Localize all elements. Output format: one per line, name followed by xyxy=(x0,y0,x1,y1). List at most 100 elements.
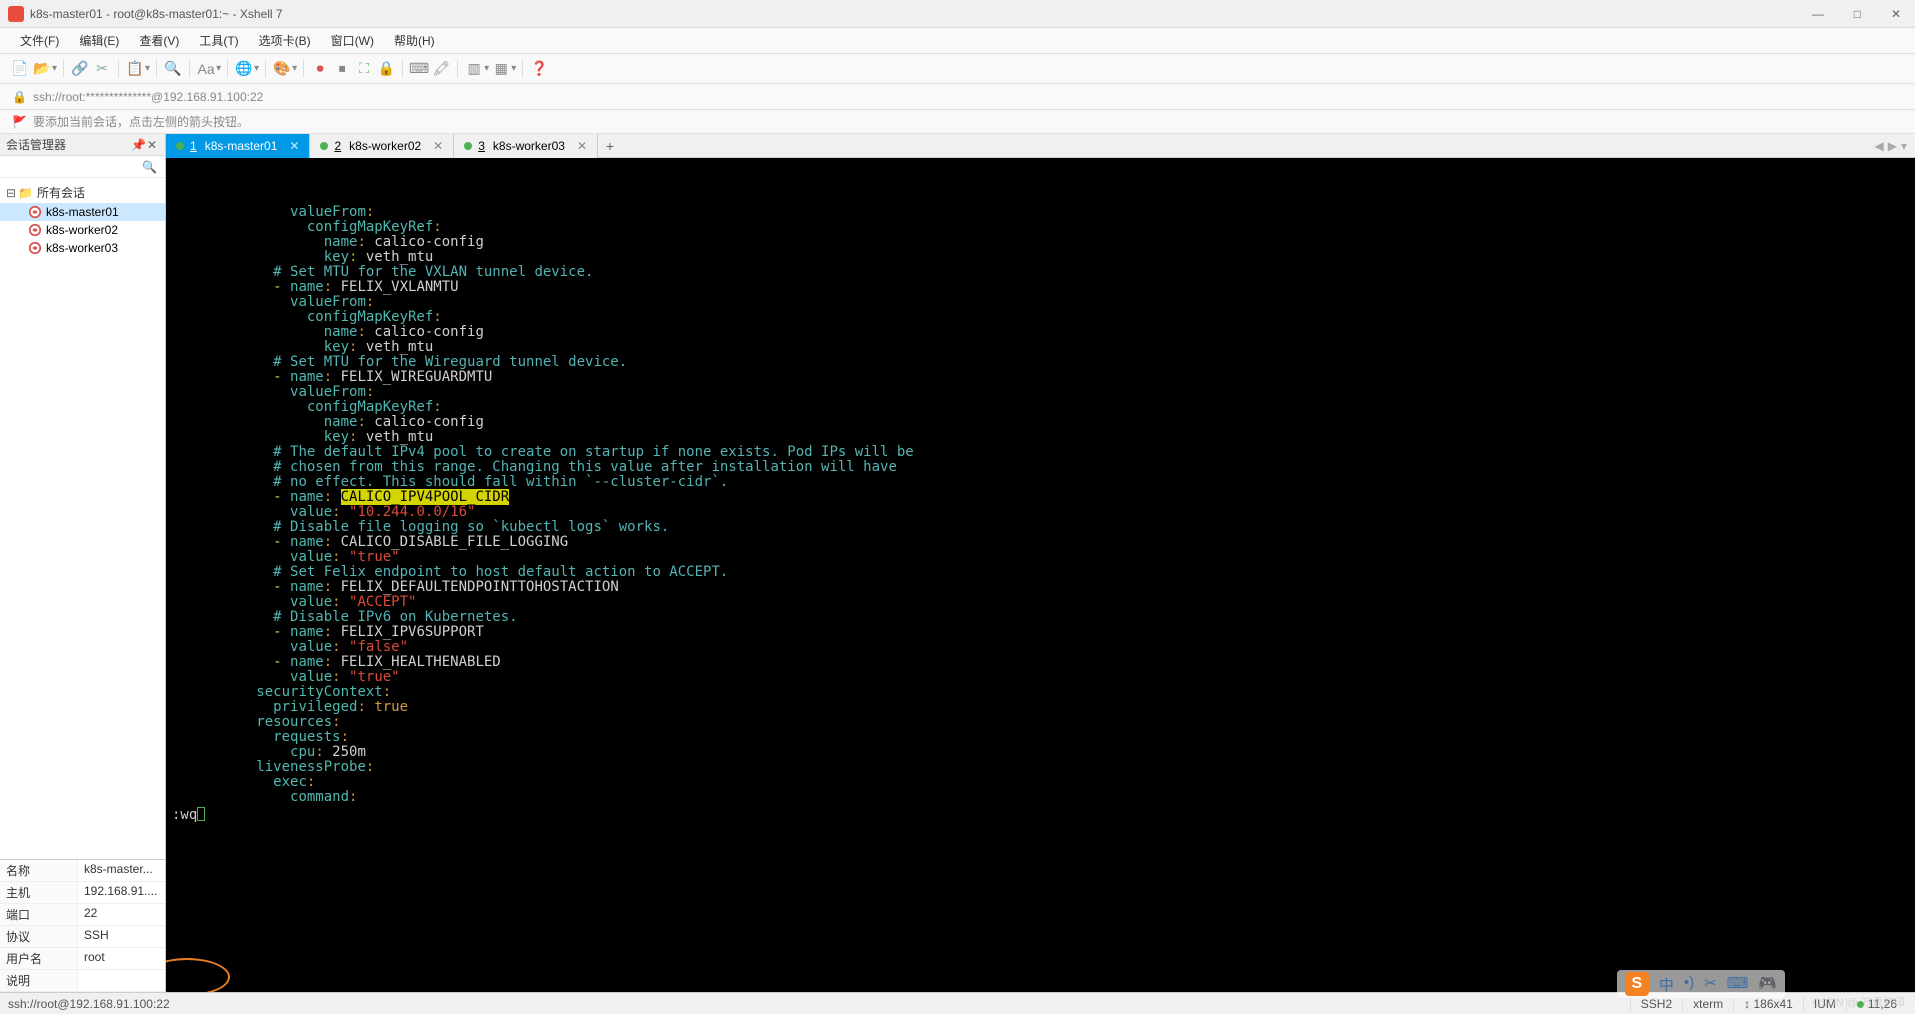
layout-h-icon[interactable]: ▥ xyxy=(464,59,484,79)
search-icon[interactable]: 🔍 xyxy=(163,59,183,79)
terminal-line: value: "false" xyxy=(172,640,1909,655)
session-item[interactable]: k8s-worker02 xyxy=(0,221,165,239)
prop-value: SSH xyxy=(78,926,165,947)
sogou-icon[interactable]: S xyxy=(1625,972,1649,996)
tree-root[interactable]: ⊟ 📁 所有会话 xyxy=(0,182,165,203)
terminal-line: name: calico-config xyxy=(172,325,1909,340)
menu-item-查看[interactable]: 查看(V) xyxy=(129,29,189,52)
menu-item-编辑[interactable]: 编辑(E) xyxy=(69,29,129,52)
separator xyxy=(227,60,228,78)
tab-close-icon[interactable]: ✕ xyxy=(577,139,587,153)
terminal-line: livenessProbe: xyxy=(172,760,1909,775)
separator xyxy=(522,60,523,78)
tab-next-icon[interactable]: ▶ xyxy=(1888,139,1897,153)
status-item: ↕ 186x41 xyxy=(1733,997,1803,1011)
keyboard-icon[interactable]: ⌨ xyxy=(409,59,429,79)
record-icon[interactable]: ⏺ xyxy=(310,59,330,79)
open-session-icon[interactable]: 📂 xyxy=(32,59,52,79)
ime-item[interactable]: •) xyxy=(1684,974,1694,995)
menu-item-帮助[interactable]: 帮助(H) xyxy=(384,29,445,52)
address-bar[interactable]: 🔒 ssh://root:**************@192.168.91.1… xyxy=(0,84,1915,110)
terminal-line: - name: FELIX_VXLANMTU xyxy=(172,280,1909,295)
terminal-line: - name: CALICO_DISABLE_FILE_LOGGING xyxy=(172,535,1909,550)
ime-item[interactable]: ✂ xyxy=(1704,974,1717,995)
menu-item-工具[interactable]: 工具(T) xyxy=(189,29,248,52)
disconnect-icon[interactable]: ✂ xyxy=(92,59,112,79)
ime-item[interactable]: 🎮 xyxy=(1758,974,1777,995)
terminal-line: # The default IPv4 pool to create on sta… xyxy=(172,445,1909,460)
prop-row: 名称k8s-master... xyxy=(0,860,165,882)
close-button[interactable]: ✕ xyxy=(1885,5,1907,23)
terminal-line: # chosen from this range. Changing this … xyxy=(172,460,1909,475)
work-area: 1k8s-master01✕2k8s-worker02✕3k8s-worker0… xyxy=(166,134,1915,992)
tab-close-icon[interactable]: ✕ xyxy=(433,139,443,153)
globe-icon[interactable]: 🌐 xyxy=(234,59,254,79)
new-session-icon[interactable]: 📄 xyxy=(10,59,30,79)
layout-grid-icon[interactable]: ▦ xyxy=(491,59,511,79)
session-icon xyxy=(28,223,42,237)
menu-item-选项卡[interactable]: 选项卡(B) xyxy=(249,29,321,52)
lock-toolbar-icon[interactable]: 🔒 xyxy=(376,59,396,79)
terminal-line: - name: FELIX_DEFAULTENDPOINTTOHOSTACTIO… xyxy=(172,580,1909,595)
terminal-line: # Disable file logging so `kubectl logs`… xyxy=(172,520,1909,535)
terminal-line: key: veth_mtu xyxy=(172,430,1909,445)
tab-close-icon[interactable]: ✕ xyxy=(289,139,299,153)
separator xyxy=(265,60,266,78)
fullscreen-icon[interactable]: ⛶ xyxy=(354,59,374,79)
ime-item[interactable]: ⌨ xyxy=(1727,974,1749,995)
tab[interactable]: 3k8s-worker03✕ xyxy=(454,134,598,158)
session-item[interactable]: k8s-master01 xyxy=(0,203,165,221)
pin-icon[interactable]: 📌 xyxy=(131,138,145,152)
terminal-line: requests: xyxy=(172,730,1909,745)
app-icon xyxy=(8,6,24,22)
terminal[interactable]: valueFrom: configMapKeyRef: name: calico… xyxy=(166,158,1915,992)
dropdown-icon[interactable]: ▾ xyxy=(511,63,516,74)
panel-close-icon[interactable]: ✕ xyxy=(145,138,159,152)
search-icon: 🔍 xyxy=(142,160,157,174)
menu-item-文件[interactable]: 文件(F) xyxy=(10,29,69,52)
window-title: k8s-master01 - root@k8s-master01:~ - Xsh… xyxy=(30,7,1806,21)
tree-toggle-icon[interactable]: ⊟ xyxy=(6,186,16,200)
dropdown-icon[interactable]: ▾ xyxy=(145,63,150,74)
terminal-line: name: calico-config xyxy=(172,415,1909,430)
terminal-command-line[interactable]: :wq xyxy=(172,805,1909,823)
terminal-line: configMapKeyRef: xyxy=(172,400,1909,415)
dropdown-icon[interactable]: ▾ xyxy=(292,63,297,74)
terminal-line: # Set Felix endpoint to host default act… xyxy=(172,565,1909,580)
dropdown-icon[interactable]: ▾ xyxy=(254,63,259,74)
font-icon[interactable]: Aa xyxy=(196,59,216,79)
copy-icon[interactable]: 📋 xyxy=(125,59,145,79)
ime-item[interactable]: 中 xyxy=(1659,974,1674,995)
prop-row: 端口22 xyxy=(0,904,165,926)
dropdown-icon[interactable]: ▾ xyxy=(484,63,489,74)
tab[interactable]: 1k8s-master01✕ xyxy=(166,134,310,158)
terminal-line: valueFrom: xyxy=(172,295,1909,310)
prop-value xyxy=(78,970,165,991)
session-label: k8s-worker02 xyxy=(46,223,118,237)
session-icon xyxy=(28,241,42,255)
dropdown-icon[interactable]: ▾ xyxy=(52,63,57,74)
menu-item-窗口[interactable]: 窗口(W) xyxy=(321,29,384,52)
tab[interactable]: 2 k8s-worker02 ✕ xyxy=(310,134,454,158)
tab-menu-icon[interactable]: ▾ xyxy=(1901,139,1907,153)
terminal-line: name: calico-config xyxy=(172,235,1909,250)
session-item[interactable]: k8s-worker03 xyxy=(0,239,165,257)
ime-toolbar[interactable]: S 中 •) ✂ ⌨ 🎮 xyxy=(1617,970,1785,998)
dropdown-icon[interactable]: ▾ xyxy=(216,63,221,74)
prop-label: 说明 xyxy=(0,970,78,991)
theme-icon[interactable]: 🎨 xyxy=(272,59,292,79)
minimize-button[interactable]: — xyxy=(1806,5,1830,23)
toolbar: 📄📂▾🔗✂📋▾🔍Aa▾🌐▾🎨▾⏺⏹⛶🔒⌨🖍▥▾▦▾❓ xyxy=(0,54,1915,84)
tab-label: k8s-worker02 xyxy=(349,139,421,153)
maximize-button[interactable]: □ xyxy=(1848,5,1867,23)
prop-row: 说明 xyxy=(0,970,165,992)
prop-label: 协议 xyxy=(0,926,78,947)
tab-prev-icon[interactable]: ◀ xyxy=(1875,139,1884,153)
help-icon[interactable]: ❓ xyxy=(529,59,549,79)
stop-icon[interactable]: ⏹ xyxy=(332,59,352,79)
highlight-icon[interactable]: 🖍 xyxy=(431,59,451,79)
reconnect-icon[interactable]: 🔗 xyxy=(70,59,90,79)
session-search[interactable]: 🔍 xyxy=(0,156,165,178)
add-tab-button[interactable]: + xyxy=(598,138,622,154)
tab-number: 2 xyxy=(334,139,341,153)
